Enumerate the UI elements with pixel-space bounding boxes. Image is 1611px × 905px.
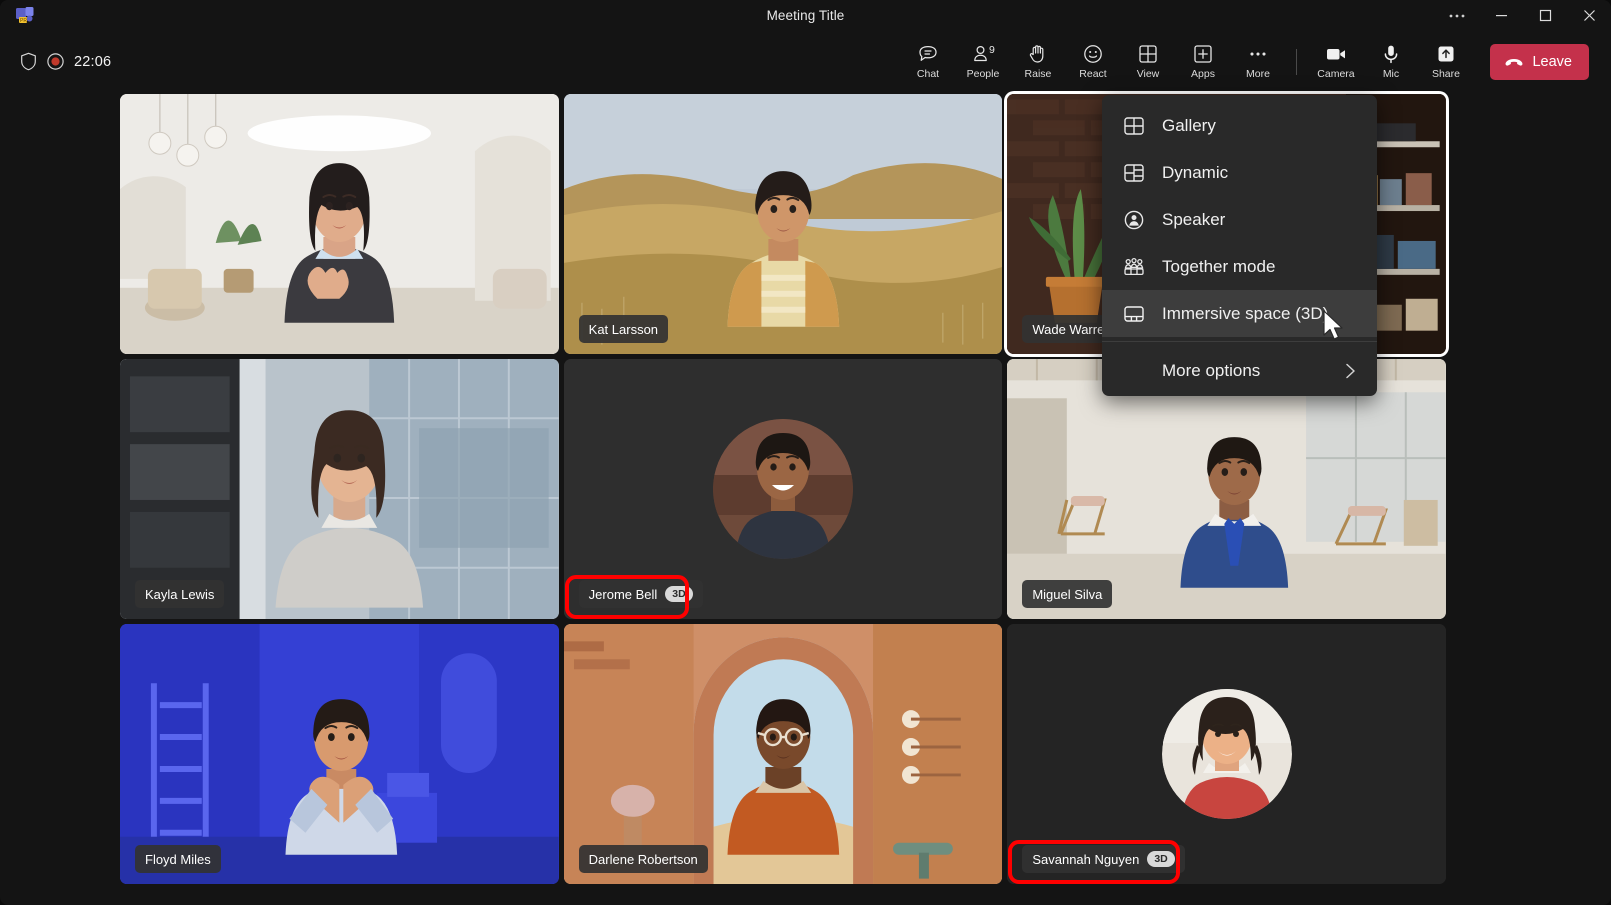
gallery-grid-icon xyxy=(1122,114,1146,138)
camera-icon xyxy=(1324,43,1348,65)
participant-name: Kayla Lewis xyxy=(145,587,214,602)
video-tile[interactable]: Kat Larsson xyxy=(564,94,1003,354)
toolbar-label-chat: Chat xyxy=(917,68,939,80)
together-mode-icon xyxy=(1122,255,1146,279)
immersive-space-icon xyxy=(1122,302,1146,326)
window-title-bar: PR Meeting Title xyxy=(0,0,1611,31)
toolbar-button-react[interactable]: React xyxy=(1065,34,1120,90)
people-icon: 9 xyxy=(972,43,994,65)
recording-icon xyxy=(47,53,64,70)
toolbar-button-apps[interactable]: Apps xyxy=(1175,34,1230,90)
toolbar-button-chat[interactable]: Chat xyxy=(900,34,955,90)
menu-label-gallery: Gallery xyxy=(1162,116,1216,136)
microphone-icon xyxy=(1380,43,1402,65)
toolbar-button-mic[interactable]: Mic xyxy=(1363,34,1418,90)
dynamic-layout-icon xyxy=(1122,161,1146,185)
leave-button[interactable]: Leave xyxy=(1490,44,1589,80)
participant-name: Kat Larsson xyxy=(589,322,658,337)
participant-name: Darlene Robertson xyxy=(589,852,698,867)
toolbar-button-raise[interactable]: Raise xyxy=(1010,34,1065,90)
participant-name-label: Miguel Silva xyxy=(1022,580,1112,608)
share-screen-icon xyxy=(1435,43,1457,65)
toolbar-label-apps: Apps xyxy=(1191,68,1215,80)
video-tile[interactable]: Savannah Nguyen 3D xyxy=(1007,624,1446,884)
participant-name: Floyd Miles xyxy=(145,852,211,867)
chat-icon xyxy=(917,43,939,65)
menu-item-more-options[interactable]: More options xyxy=(1102,346,1377,396)
toolbar-label-camera: Camera xyxy=(1317,68,1354,80)
video-tile[interactable]: Jerome Bell 3D xyxy=(564,359,1003,619)
participant-name-label: Darlene Robertson xyxy=(579,845,708,873)
toolbar-label-more: More xyxy=(1246,68,1270,80)
menu-item-dynamic[interactable]: Dynamic xyxy=(1102,149,1377,196)
toolbar-label-mic: Mic xyxy=(1383,68,1399,80)
recording-elapsed-time: 22:06 xyxy=(74,54,111,70)
toolbar-label-raise: Raise xyxy=(1025,68,1052,80)
close-button[interactable] xyxy=(1567,0,1611,31)
video-tile[interactable] xyxy=(120,94,559,354)
video-tile[interactable]: Floyd Miles xyxy=(120,624,559,884)
badge-3d: 3D xyxy=(1147,851,1174,867)
more-window-options-button[interactable] xyxy=(1435,0,1479,31)
participant-name: Miguel Silva xyxy=(1032,587,1102,602)
toolbar-actions: Chat 9 People Raise xyxy=(900,31,1589,92)
avatar xyxy=(1162,689,1292,819)
video-tile[interactable]: Miguel Silva xyxy=(1007,359,1446,619)
menu-item-speaker[interactable]: Speaker xyxy=(1102,196,1377,243)
toolbar-label-people: People xyxy=(967,68,1000,80)
window-controls xyxy=(1435,0,1611,31)
leave-button-label: Leave xyxy=(1532,54,1572,70)
toolbar-label-view: View xyxy=(1137,68,1160,80)
participant-name: Wade Warren xyxy=(1032,322,1111,337)
menu-item-gallery[interactable]: Gallery xyxy=(1102,102,1377,149)
participant-name-label: Jerome Bell 3D xyxy=(579,580,703,608)
meeting-status-group: 22:06 xyxy=(20,31,111,92)
toolbar-button-people[interactable]: 9 People xyxy=(955,34,1010,90)
participant-name: Savannah Nguyen xyxy=(1032,852,1139,867)
menu-label-immersive-space: Immersive space (3D) xyxy=(1162,304,1328,324)
chevron-right-icon xyxy=(1339,360,1361,382)
minimize-button[interactable] xyxy=(1479,0,1523,31)
toolbar-label-share: Share xyxy=(1432,68,1460,80)
menu-label-more-options: More options xyxy=(1162,361,1260,381)
tile-scene-meeting-room xyxy=(120,94,559,354)
participant-name-label: Kat Larsson xyxy=(579,315,668,343)
teams-meeting-window: PR Meeting Title xyxy=(0,0,1611,905)
video-tile[interactable]: Kayla Lewis xyxy=(120,359,559,619)
page-title: Meeting Title xyxy=(0,0,1611,31)
video-tile[interactable]: Darlene Robertson xyxy=(564,624,1003,884)
maximize-button[interactable] xyxy=(1523,0,1567,31)
plus-box-icon xyxy=(1192,43,1214,65)
ellipsis-icon xyxy=(1247,43,1269,65)
badge-3d: 3D xyxy=(665,586,692,602)
grid-icon xyxy=(1137,43,1159,65)
speaker-person-icon xyxy=(1122,208,1146,232)
toolbar-label-react: React xyxy=(1079,68,1106,80)
toolbar-button-share[interactable]: Share xyxy=(1418,34,1473,90)
menu-item-together-mode[interactable]: Together mode xyxy=(1102,243,1377,290)
toolbar-button-more[interactable]: More xyxy=(1230,34,1285,90)
hangup-icon xyxy=(1504,56,1524,68)
participant-name-label: Kayla Lewis xyxy=(135,580,224,608)
emoji-icon xyxy=(1082,43,1104,65)
meeting-toolbar: 22:06 Chat 9 xyxy=(0,31,1611,92)
avatar xyxy=(713,419,853,559)
menu-label-dynamic: Dynamic xyxy=(1162,163,1228,183)
participant-name: Jerome Bell xyxy=(589,587,658,602)
menu-item-immersive-space[interactable]: Immersive space (3D) xyxy=(1102,290,1377,337)
view-dropdown-menu: Gallery Dynamic Speaker xyxy=(1102,95,1377,396)
toolbar-button-camera[interactable]: Camera xyxy=(1308,34,1363,90)
toolbar-button-view[interactable]: View xyxy=(1120,34,1175,90)
participant-name-label: Savannah Nguyen 3D xyxy=(1022,845,1184,873)
menu-label-speaker: Speaker xyxy=(1162,210,1225,230)
toolbar-divider xyxy=(1296,49,1297,75)
menu-divider xyxy=(1102,341,1377,342)
people-count-badge: 9 xyxy=(989,44,995,56)
raise-hand-icon xyxy=(1027,43,1049,65)
participant-name-label: Floyd Miles xyxy=(135,845,221,873)
shield-icon xyxy=(20,52,37,71)
menu-label-together-mode: Together mode xyxy=(1162,257,1275,277)
